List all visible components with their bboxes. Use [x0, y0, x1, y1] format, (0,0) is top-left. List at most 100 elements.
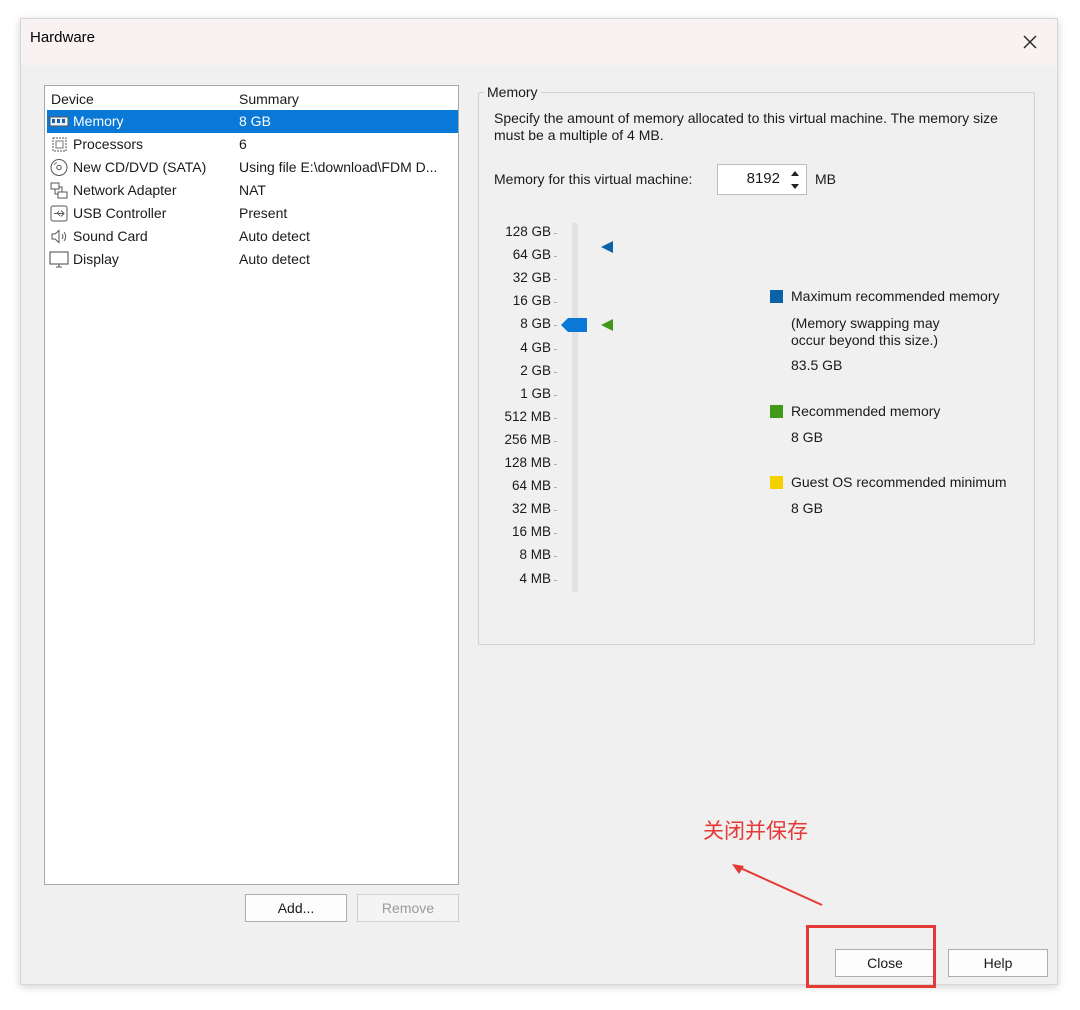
- memory-icon: [49, 116, 69, 127]
- max-recommended-note-1: (Memory swapping may: [791, 315, 940, 331]
- close-window-button[interactable]: [1013, 25, 1047, 59]
- annotation-text: 关闭并保存: [703, 819, 808, 843]
- recommended-title: Recommended memory: [791, 403, 941, 419]
- scale-tick: [554, 371, 557, 373]
- recommended-value: 8 GB: [791, 429, 823, 445]
- device-summary: 8 GB: [239, 113, 271, 129]
- device-summary: Using file E:\download\FDM D...: [239, 159, 438, 175]
- network-icon: [50, 182, 68, 199]
- scale-label: 32 MB: [511, 501, 551, 517]
- memory-group-title: Memory: [484, 84, 541, 100]
- device-name: Sound Card: [73, 228, 148, 244]
- guest-minimum-swatch: [770, 476, 783, 489]
- device-name: USB Controller: [73, 205, 167, 221]
- device-row-display[interactable]: Display Auto detect: [47, 248, 458, 271]
- column-device[interactable]: Device: [51, 91, 94, 107]
- scale-tick: [554, 440, 557, 442]
- max-recommended-value: 83.5 GB: [791, 357, 843, 373]
- dialog-title: Hardware: [30, 29, 96, 46]
- device-summary: Present: [239, 205, 288, 221]
- scale-label: 16 GB: [512, 293, 551, 309]
- device-row-processors[interactable]: Processors 6: [47, 133, 458, 156]
- scale-label: 16 MB: [511, 524, 551, 540]
- scale-label: 32 GB: [512, 270, 551, 286]
- max-recommended-note-2: occur beyond this size.): [791, 332, 939, 348]
- scale-tick: [554, 394, 557, 396]
- help-button[interactable]: Help: [948, 949, 1048, 977]
- scale-tick: [554, 417, 557, 419]
- title-bar: Hardware: [21, 19, 1057, 65]
- memory-field-label: Memory for this virtual machine:: [494, 171, 693, 187]
- remove-device-button[interactable]: Remove: [357, 894, 459, 922]
- scale-label: 8 MB: [519, 547, 551, 563]
- device-row-cd-dvd[interactable]: New CD/DVD (SATA) Using file E:\download…: [47, 156, 458, 179]
- annotation-highlight-box: [806, 925, 936, 988]
- scale-tick: [554, 279, 557, 281]
- scale-label: 1 GB: [520, 385, 551, 401]
- scale-label: 8 GB: [520, 316, 551, 332]
- max-recommended-swatch: [770, 290, 783, 303]
- device-name: Network Adapter: [73, 182, 177, 198]
- device-name: New CD/DVD (SATA): [73, 159, 207, 175]
- scale-label: 2 GB: [520, 362, 551, 378]
- device-name: Memory: [73, 113, 124, 129]
- device-row-usb-controller[interactable]: USB Controller Present: [47, 202, 458, 225]
- arrow-up-icon: [791, 170, 799, 176]
- slider-thumb[interactable]: [561, 317, 589, 333]
- dialog-content: Device Summary Memory 8 GB Processors 6: [28, 69, 1048, 977]
- add-device-button[interactable]: Add...: [245, 894, 347, 922]
- monitor-icon: [49, 251, 69, 268]
- memory-value-input[interactable]: 8192: [747, 170, 780, 187]
- device-summary: 6: [239, 136, 247, 152]
- device-summary: NAT: [239, 182, 266, 198]
- arrow-down-icon: [791, 183, 799, 189]
- scale-tick: [554, 348, 557, 350]
- hardware-dialog: Hardware Device Summary Memory 8 GB Proc…: [20, 18, 1058, 985]
- scale-label: 128 MB: [504, 455, 551, 470]
- device-list[interactable]: Device Summary Memory 8 GB Processors 6: [44, 85, 459, 885]
- guest-minimum-value: 8 GB: [791, 500, 823, 516]
- annotation-arrow-icon: [732, 864, 823, 906]
- usb-icon: [50, 205, 68, 222]
- guest-minimum-title: Guest OS recommended minimum: [791, 474, 1007, 490]
- scale-tick: [554, 256, 557, 258]
- memory-settings-group: Memory Specify the amount of memory allo…: [478, 84, 1035, 645]
- scale-tick: [554, 510, 557, 512]
- scale-tick: [554, 487, 557, 489]
- scale-tick: [554, 533, 557, 535]
- memory-spinbox[interactable]: 8192: [717, 164, 807, 195]
- scale-label: 4 MB: [519, 570, 551, 586]
- column-summary[interactable]: Summary: [239, 91, 299, 107]
- device-summary: Auto detect: [239, 228, 310, 244]
- device-row-sound-card[interactable]: Sound Card Auto detect: [47, 225, 458, 248]
- processor-icon: [52, 137, 67, 152]
- scale-tick: [554, 325, 557, 327]
- spin-down-button[interactable]: [785, 179, 805, 193]
- slider-track[interactable]: [572, 223, 578, 592]
- max-recommended-title: Maximum recommended memory: [791, 288, 1000, 304]
- scale-label: 64 MB: [511, 478, 551, 494]
- scale-label: 256 MB: [504, 431, 551, 447]
- scale-tick: [554, 464, 557, 465]
- max-recommended-marker: [601, 240, 613, 253]
- device-name: Display: [73, 251, 119, 267]
- scale-tick: [554, 579, 557, 581]
- close-icon: [1023, 35, 1037, 49]
- scale-label: 128 GB: [505, 224, 551, 239]
- scale-tick: [554, 233, 557, 234]
- device-row-network-adapter[interactable]: Network Adapter NAT: [47, 179, 458, 202]
- device-row-memory[interactable]: Memory 8 GB: [47, 110, 458, 133]
- cd-dvd-icon: [50, 159, 68, 176]
- scale-label: 4 GB: [520, 339, 551, 355]
- scale-label: 512 MB: [504, 408, 551, 424]
- speaker-icon: [51, 229, 67, 244]
- spin-up-button[interactable]: [785, 166, 805, 180]
- memory-description: Specify the amount of memory allocated t…: [494, 110, 998, 143]
- scale-tick: [554, 556, 557, 558]
- scale-tick: [554, 302, 557, 304]
- device-name: Processors: [73, 136, 144, 152]
- device-summary: Auto detect: [239, 251, 310, 267]
- recommended-marker: [601, 319, 613, 332]
- device-list-header: Device Summary: [49, 88, 455, 110]
- scale-label: 64 GB: [512, 247, 551, 263]
